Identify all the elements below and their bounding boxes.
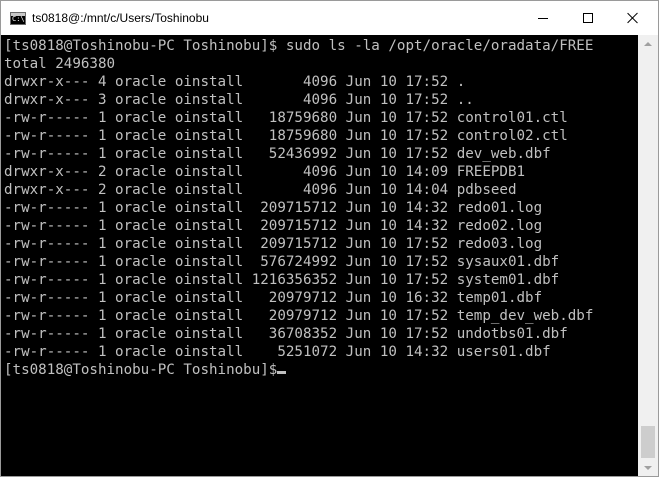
terminal-output[interactable]: [ts0818@Toshinobu-PC Toshinobu]$ sudo ls…: [1, 35, 638, 476]
terminal-prompt-line: [ts0818@Toshinobu-PC Toshinobu]$: [4, 361, 593, 379]
terminal-line: -rw-r----- 1 oracle oinstall 5251072 Jun…: [4, 344, 551, 360]
terminal-line: [ts0818@Toshinobu-PC Toshinobu]$ sudo ls…: [4, 38, 594, 54]
terminal-line: -rw-r----- 1 oracle oinstall 52436992 Ju…: [4, 146, 551, 162]
terminal-line: drwxr-x--- 4 oracle oinstall 4096 Jun 10…: [4, 74, 466, 90]
text-cursor: [277, 371, 287, 374]
terminal-line: -rw-r----- 1 oracle oinstall 209715712 J…: [4, 200, 543, 216]
maximize-icon: [583, 13, 593, 23]
scroll-down-button[interactable]: [638, 459, 658, 476]
terminal-line: drwxr-x--- 2 oracle oinstall 4096 Jun 10…: [4, 182, 517, 198]
console-icon[interactable]: C:\: [10, 12, 26, 25]
scroll-up-button[interactable]: [638, 35, 658, 52]
vertical-scrollbar[interactable]: [638, 35, 658, 476]
minimize-button[interactable]: [520, 1, 566, 35]
terminal-line: -rw-r----- 1 oracle oinstall 36708352 Ju…: [4, 326, 568, 342]
terminal-line: -rw-r----- 1 oracle oinstall 1216356352 …: [4, 272, 560, 288]
terminal-line: total 2496380: [4, 56, 116, 72]
close-icon: [627, 12, 639, 24]
terminal-line: -rw-r----- 1 oracle oinstall 18759680 Ju…: [4, 110, 568, 126]
chevron-down-icon: [644, 465, 652, 470]
terminal-line: -rw-r----- 1 oracle oinstall 209715712 J…: [4, 218, 543, 234]
terminal-line: drwxr-x--- 2 oracle oinstall 4096 Jun 10…: [4, 164, 526, 180]
close-button[interactable]: [610, 1, 656, 35]
chevron-up-icon: [644, 41, 652, 46]
terminal-window: C:\ ts0818@:/mnt/c/Users/Toshinobu [ts08…: [0, 0, 659, 477]
minimize-icon: [538, 17, 548, 19]
terminal-line: -rw-r----- 1 oracle oinstall 209715712 J…: [4, 236, 543, 252]
terminal-line: drwxr-x--- 3 oracle oinstall 4096 Jun 10…: [4, 92, 474, 108]
terminal-line: -rw-r----- 1 oracle oinstall 20979712 Ju…: [4, 290, 543, 306]
title-bar[interactable]: C:\ ts0818@:/mnt/c/Users/Toshinobu: [1, 1, 658, 35]
window-title: ts0818@:/mnt/c/Users/Toshinobu: [32, 11, 209, 25]
scrollbar-thumb[interactable]: [641, 426, 655, 458]
shell-prompt: [ts0818@Toshinobu-PC Toshinobu]$: [4, 362, 278, 378]
terminal-line: -rw-r----- 1 oracle oinstall 18759680 Ju…: [4, 128, 568, 144]
terminal-line: -rw-r----- 1 oracle oinstall 576724992 J…: [4, 254, 560, 270]
terminal-line: -rw-r----- 1 oracle oinstall 20979712 Ju…: [4, 308, 594, 324]
maximize-button[interactable]: [565, 1, 611, 35]
terminal-lines: [ts0818@Toshinobu-PC Toshinobu]$ sudo ls…: [4, 37, 593, 379]
console-icon-prompt: C:\: [12, 15, 25, 23]
